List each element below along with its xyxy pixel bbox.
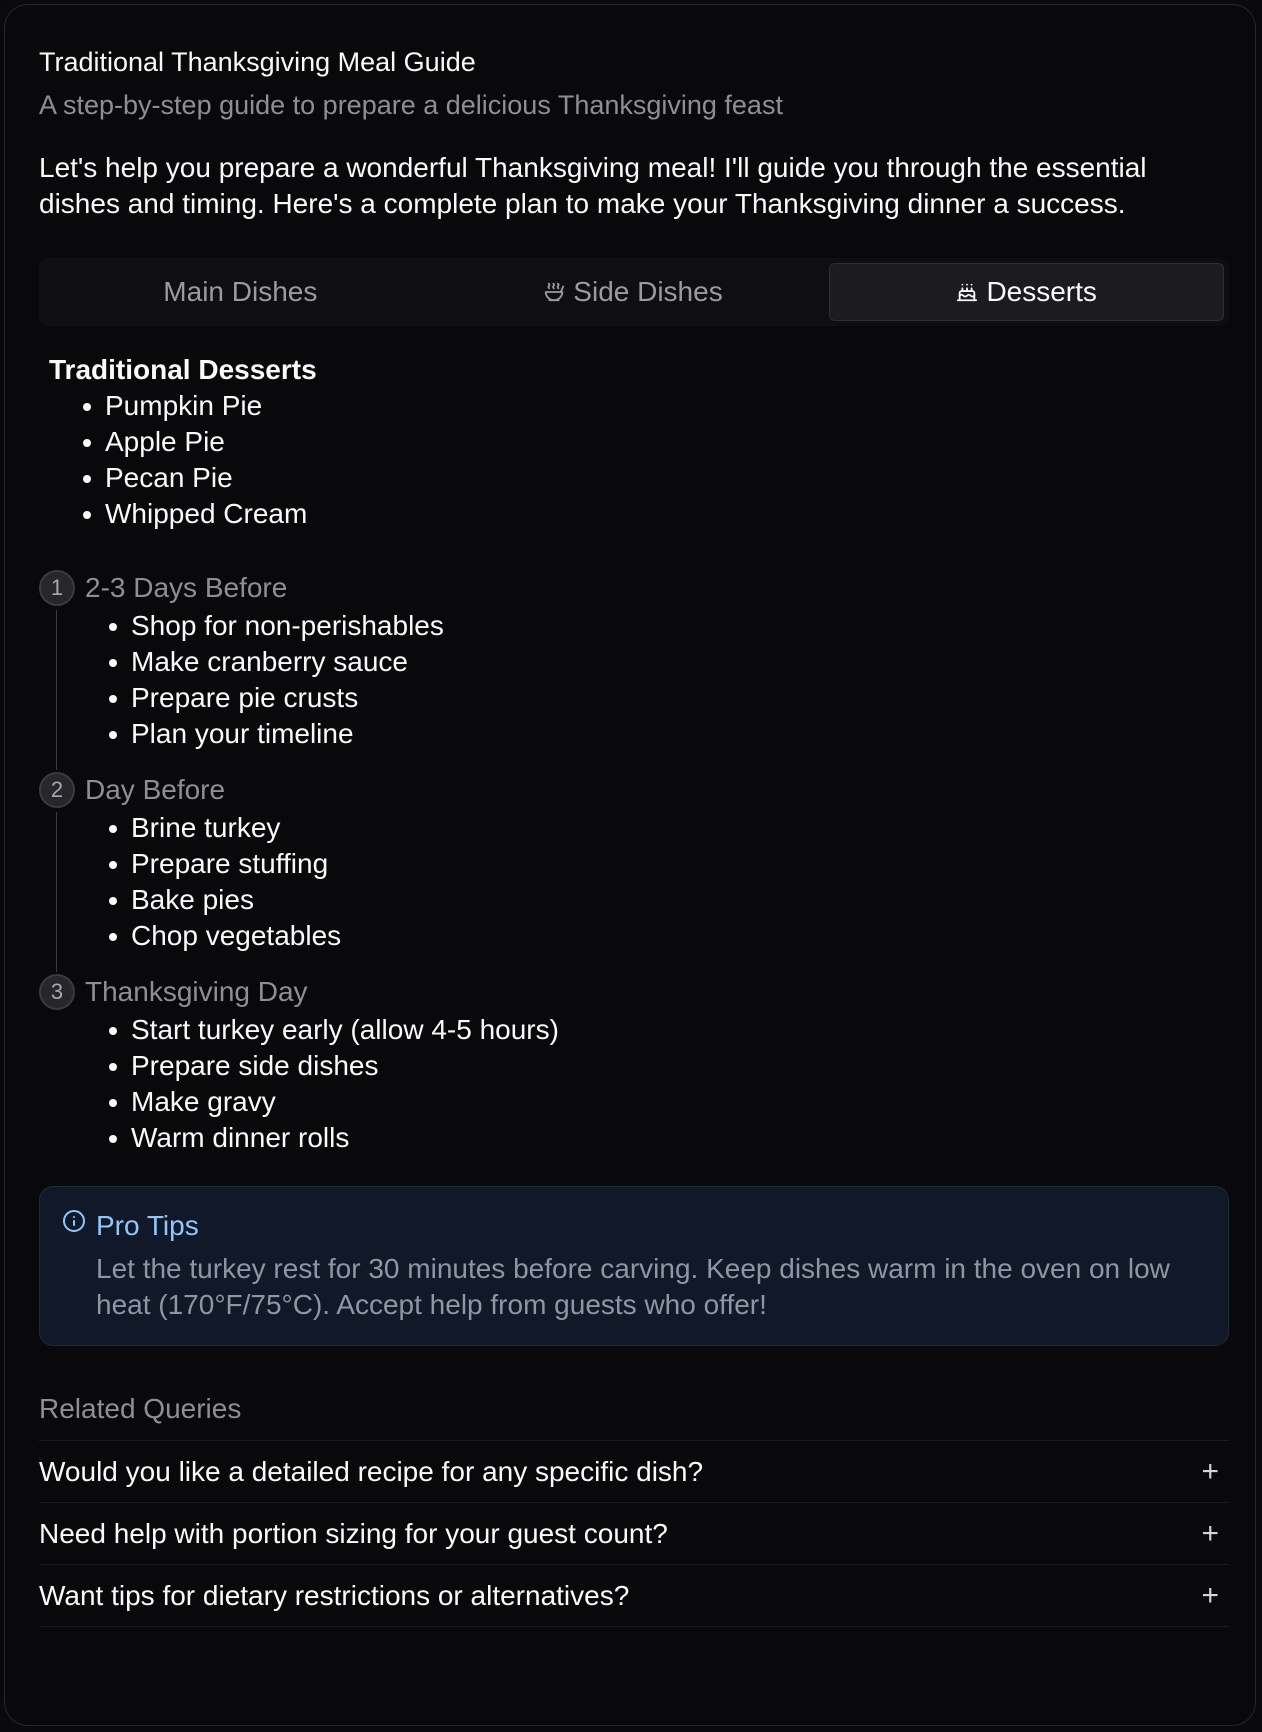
tab-desserts[interactable]: Desserts	[829, 263, 1225, 321]
list-item: Prepare pie crusts	[109, 680, 1229, 716]
timeline: 1 2-3 Days Before Shop for non-perishabl…	[39, 570, 1229, 1156]
soup-bowl-icon	[545, 282, 565, 302]
guide-card: Traditional Thanksgiving Meal Guide A st…	[4, 4, 1256, 1726]
list-item: Pecan Pie	[83, 460, 1229, 496]
step-number-badge: 1	[39, 570, 75, 606]
related-query-item[interactable]: Need help with portion sizing for your g…	[39, 1503, 1229, 1565]
tab-side-dishes[interactable]: Side Dishes	[437, 263, 830, 321]
step-list: Brine turkey Prepare stuffing Bake pies …	[85, 810, 1229, 954]
plus-icon[interactable]: +	[1201, 1455, 1219, 1489]
list-item: Whipped Cream	[83, 496, 1229, 532]
timeline-step: 2 Day Before Brine turkey Prepare stuffi…	[39, 772, 1229, 974]
list-item: Brine turkey	[109, 810, 1229, 846]
list-item: Make gravy	[109, 1084, 1229, 1120]
cake-icon	[957, 283, 978, 302]
step-list: Start turkey early (allow 4-5 hours) Pre…	[85, 1012, 1229, 1156]
tips-body: Let the turkey rest for 30 minutes befor…	[96, 1253, 1170, 1320]
page-title: Traditional Thanksgiving Meal Guide	[39, 47, 476, 77]
desserts-title: Traditional Desserts	[49, 354, 317, 385]
step-title: Thanksgiving Day	[85, 976, 308, 1007]
list-item: Shop for non-perishables	[109, 608, 1229, 644]
related-query-text: Need help with portion sizing for your g…	[39, 1517, 668, 1549]
timeline-connector	[56, 610, 57, 770]
step-number-badge: 2	[39, 772, 75, 808]
related-query-item[interactable]: Would you like a detailed recipe for any…	[39, 1441, 1229, 1503]
list-item: Bake pies	[109, 882, 1229, 918]
timeline-step: 3 Thanksgiving Day Start turkey early (a…	[39, 974, 1229, 1156]
step-title: Day Before	[85, 774, 226, 805]
page-subtitle: A step-by-step guide to prepare a delici…	[39, 90, 783, 120]
info-icon	[63, 1210, 85, 1232]
timeline-step: 1 2-3 Days Before Shop for non-perishabl…	[39, 570, 1229, 772]
list-item: Start turkey early (allow 4-5 hours)	[109, 1012, 1229, 1048]
step-number-badge: 3	[39, 974, 75, 1010]
list-item: Plan your timeline	[109, 716, 1229, 752]
list-item: Chop vegetables	[109, 918, 1229, 954]
tab-label: Side Dishes	[573, 276, 723, 307]
related-query-text: Want tips for dietary restrictions or al…	[39, 1579, 630, 1611]
list-item: Prepare stuffing	[109, 846, 1229, 882]
desserts-list: Pumpkin Pie Apple Pie Pecan Pie Whipped …	[49, 388, 1229, 532]
related-query-item[interactable]: Want tips for dietary restrictions or al…	[39, 1565, 1229, 1627]
tips-title: Pro Tips	[96, 1210, 199, 1241]
step-title: 2-3 Days Before	[85, 572, 288, 603]
list-item: Warm dinner rolls	[109, 1120, 1229, 1156]
tab-list: Main Dishes Side Dishes Desserts	[39, 258, 1229, 326]
step-list: Shop for non-perishables Make cranberry …	[85, 608, 1229, 752]
list-item: Pumpkin Pie	[83, 388, 1229, 424]
pro-tips-callout: Pro Tips Let the turkey rest for 30 minu…	[39, 1186, 1229, 1346]
plus-icon[interactable]: +	[1201, 1517, 1219, 1551]
timeline-connector	[56, 812, 57, 972]
tab-label: Desserts	[986, 276, 1097, 307]
desserts-panel: Traditional Desserts Pumpkin Pie Apple P…	[39, 352, 1229, 532]
tab-main-dishes[interactable]: Main Dishes	[44, 263, 437, 321]
tab-label: Main Dishes	[163, 276, 318, 307]
related-query-text: Would you like a detailed recipe for any…	[39, 1455, 704, 1487]
intro-text: Let's help you prepare a wonderful Thank…	[39, 152, 1147, 219]
plus-icon[interactable]: +	[1201, 1579, 1219, 1613]
list-item: Prepare side dishes	[109, 1048, 1229, 1084]
related-queries-title: Related Queries	[39, 1392, 1229, 1441]
list-item: Apple Pie	[83, 424, 1229, 460]
list-item: Make cranberry sauce	[109, 644, 1229, 680]
